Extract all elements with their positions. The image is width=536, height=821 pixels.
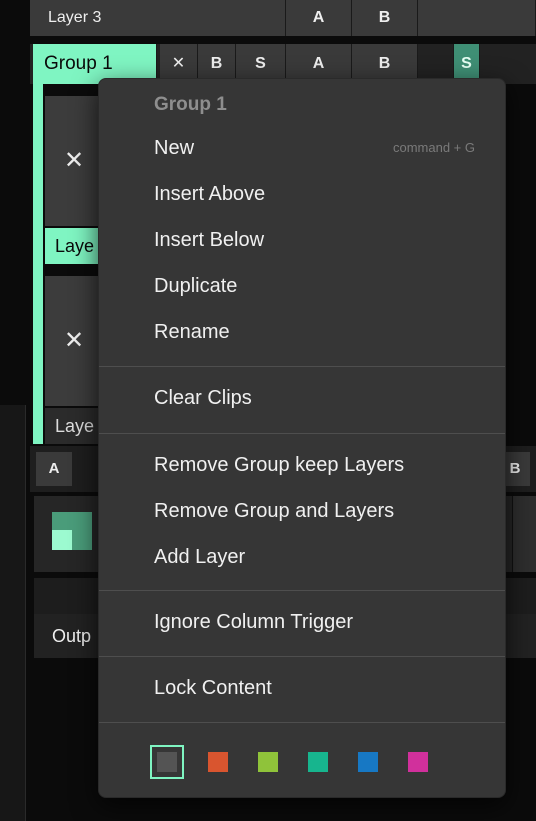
preview-side-cell bbox=[512, 496, 536, 572]
menu-item-insert-above[interactable]: Insert Above bbox=[99, 172, 505, 216]
color-swatch-gray-selected[interactable] bbox=[150, 745, 184, 779]
menu-separator bbox=[99, 590, 505, 591]
left-panel-scrollbar[interactable] bbox=[0, 405, 26, 821]
menu-separator bbox=[99, 722, 505, 723]
menu-item-insert-below[interactable]: Insert Below bbox=[99, 218, 505, 262]
color-swatch-green[interactable] bbox=[258, 752, 278, 772]
clip-thumbnail-inner bbox=[52, 530, 72, 550]
menu-header: Group 1 bbox=[154, 94, 227, 115]
color-swatch-gray bbox=[157, 752, 177, 772]
menu-shortcut: command + G bbox=[392, 140, 475, 155]
menu-item-remove-group-keep-layers[interactable]: Remove Group keep Layers bbox=[99, 443, 505, 487]
layer-row-layer3: Layer 3 A B bbox=[30, 0, 536, 36]
color-swatch-blue[interactable] bbox=[358, 752, 378, 772]
layer-tile-1-label[interactable]: Laye bbox=[45, 228, 103, 264]
layer3-crossfader-b-button[interactable]: B bbox=[352, 0, 418, 36]
menu-item-label: New bbox=[154, 137, 195, 159]
group-accent-bar bbox=[33, 84, 43, 444]
layer-tile-2-label[interactable]: Laye bbox=[45, 408, 103, 444]
menu-item-rename[interactable]: Rename bbox=[99, 310, 505, 354]
layer3-extra-cell bbox=[418, 0, 536, 36]
menu-item-remove-group-and-layers[interactable]: Remove Group and Layers bbox=[99, 489, 505, 533]
menu-item-clear-clips[interactable]: Clear Clips bbox=[99, 376, 505, 420]
close-icon[interactable]: ✕ bbox=[64, 147, 84, 174]
menu-item-duplicate[interactable]: Duplicate bbox=[99, 264, 505, 308]
color-swatch-orange[interactable] bbox=[208, 752, 228, 772]
menu-item-add-layer[interactable]: Add Layer bbox=[99, 535, 505, 579]
layer-tile-1[interactable]: ✕ bbox=[45, 96, 103, 226]
menu-item-lock-content[interactable]: Lock Content bbox=[99, 666, 505, 710]
menu-separator bbox=[99, 366, 505, 367]
close-icon[interactable]: ✕ bbox=[64, 327, 84, 354]
menu-separator bbox=[99, 433, 505, 434]
menu-item-new[interactable]: New command + G bbox=[99, 126, 505, 170]
deck-tab-a[interactable]: A bbox=[36, 452, 72, 486]
layer-name-layer3[interactable]: Layer 3 bbox=[30, 0, 286, 36]
color-swatch-magenta[interactable] bbox=[408, 752, 428, 772]
menu-item-ignore-column-trigger[interactable]: Ignore Column Trigger bbox=[99, 600, 505, 644]
menu-separator bbox=[99, 656, 505, 657]
layer-tile-2[interactable]: ✕ bbox=[45, 276, 103, 406]
layer3-crossfader-a-button[interactable]: A bbox=[286, 0, 352, 36]
color-swatch-teal[interactable] bbox=[308, 752, 328, 772]
app-window: Layer 3 A B Group 1 ✕ B S A B S ✕ Laye ✕… bbox=[0, 0, 536, 821]
